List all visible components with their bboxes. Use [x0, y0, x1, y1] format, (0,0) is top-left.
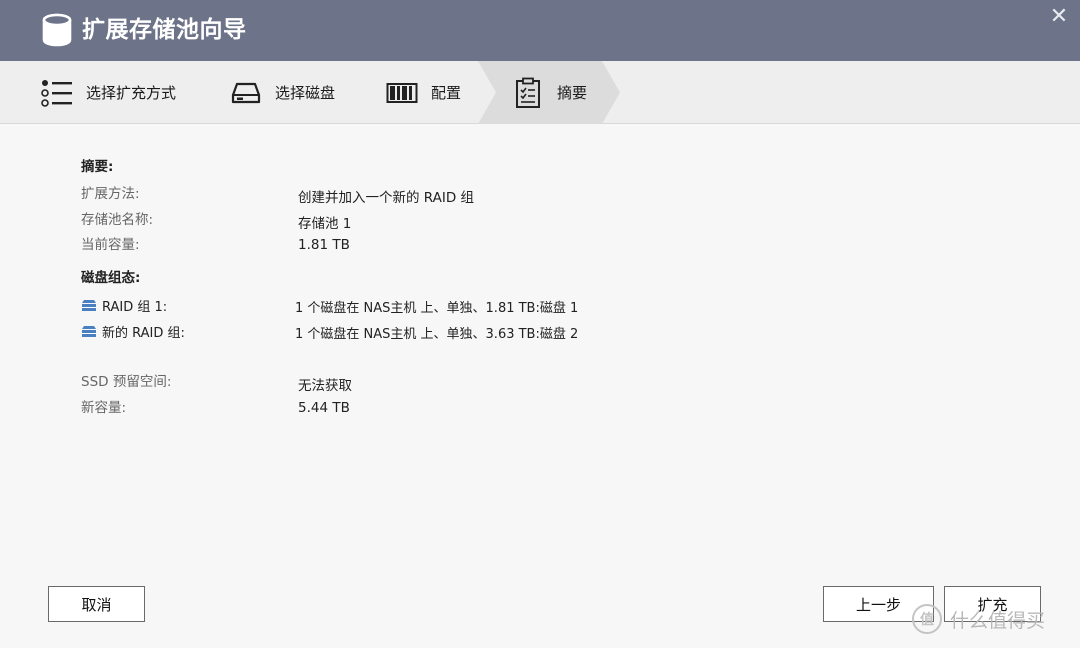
new-capacity-label: 新容量:: [81, 400, 127, 416]
ssd-reserve-value: 无法获取: [298, 378, 352, 394]
wizard-steps: 选择扩充方式 选择磁盘 配置 摘要: [0, 61, 1080, 124]
disk-group-icon: [82, 300, 96, 311]
step-label: 选择磁盘: [275, 84, 336, 102]
step-label: 配置: [431, 84, 462, 102]
raid-group-value: 1 个磁盘在 NAS主机 上、单独、1.81 TB:磁盘 1: [295, 301, 579, 316]
expand-method-label: 扩展方法:: [81, 186, 140, 202]
summary-heading: 摘要:: [81, 159, 114, 175]
disk-group-icon: [82, 326, 96, 337]
raid-group-label: RAID 组 1:: [102, 300, 168, 315]
raid-group-row: 新的 RAID 组:: [81, 322, 185, 341]
step-select-disk[interactable]: 选择磁盘: [229, 61, 335, 124]
window-title: 扩展存储池向导: [82, 17, 247, 43]
pool-name-label: 存储池名称:: [81, 212, 154, 228]
raid-group-value: 1 个磁盘在 NAS主机 上、单独、3.63 TB:磁盘 2: [295, 327, 579, 342]
ssd-reserve-label: SSD 预留空间:: [81, 374, 172, 390]
summary-panel: 摘要: 扩展方法: 创建并加入一个新的 RAID 组 存储池名称: 存储池 1 …: [0, 124, 1080, 648]
watermark-text: 什么值得买: [950, 609, 1046, 632]
current-capacity-value: 1.81 TB: [298, 237, 350, 253]
expand-method-value: 创建并加入一个新的 RAID 组: [298, 190, 475, 206]
new-capacity-value: 5.44 TB: [298, 400, 350, 416]
step-select-method[interactable]: 选择扩充方式: [40, 61, 176, 124]
step-summary[interactable]: 摘要: [511, 61, 587, 124]
current-capacity-label: 当前容量:: [81, 237, 140, 253]
watermark: 值 什么值得买: [912, 604, 1045, 634]
step-label: 摘要: [557, 84, 588, 102]
clipboard-checklist-icon: [511, 76, 545, 110]
disk-config-heading: 磁盘组态:: [81, 270, 141, 286]
disk-drive-icon: [229, 76, 263, 110]
title-bar: 扩展存储池向导 ✕: [0, 0, 1080, 61]
database-icon: [42, 13, 72, 47]
raid-group-row: RAID 组 1:: [81, 296, 167, 315]
step-configure[interactable]: 配置: [385, 61, 461, 124]
cancel-button[interactable]: 取消: [48, 586, 145, 622]
list-icon: [40, 76, 74, 110]
close-button[interactable]: ✕: [1046, 4, 1072, 30]
close-icon: ✕: [1049, 4, 1069, 29]
step-label: 选择扩充方式: [86, 84, 177, 102]
raid-config-icon: [385, 76, 419, 110]
raid-group-label: 新的 RAID 组:: [102, 326, 185, 341]
pool-name-value: 存储池 1: [298, 216, 352, 232]
watermark-badge: 值: [912, 604, 942, 634]
